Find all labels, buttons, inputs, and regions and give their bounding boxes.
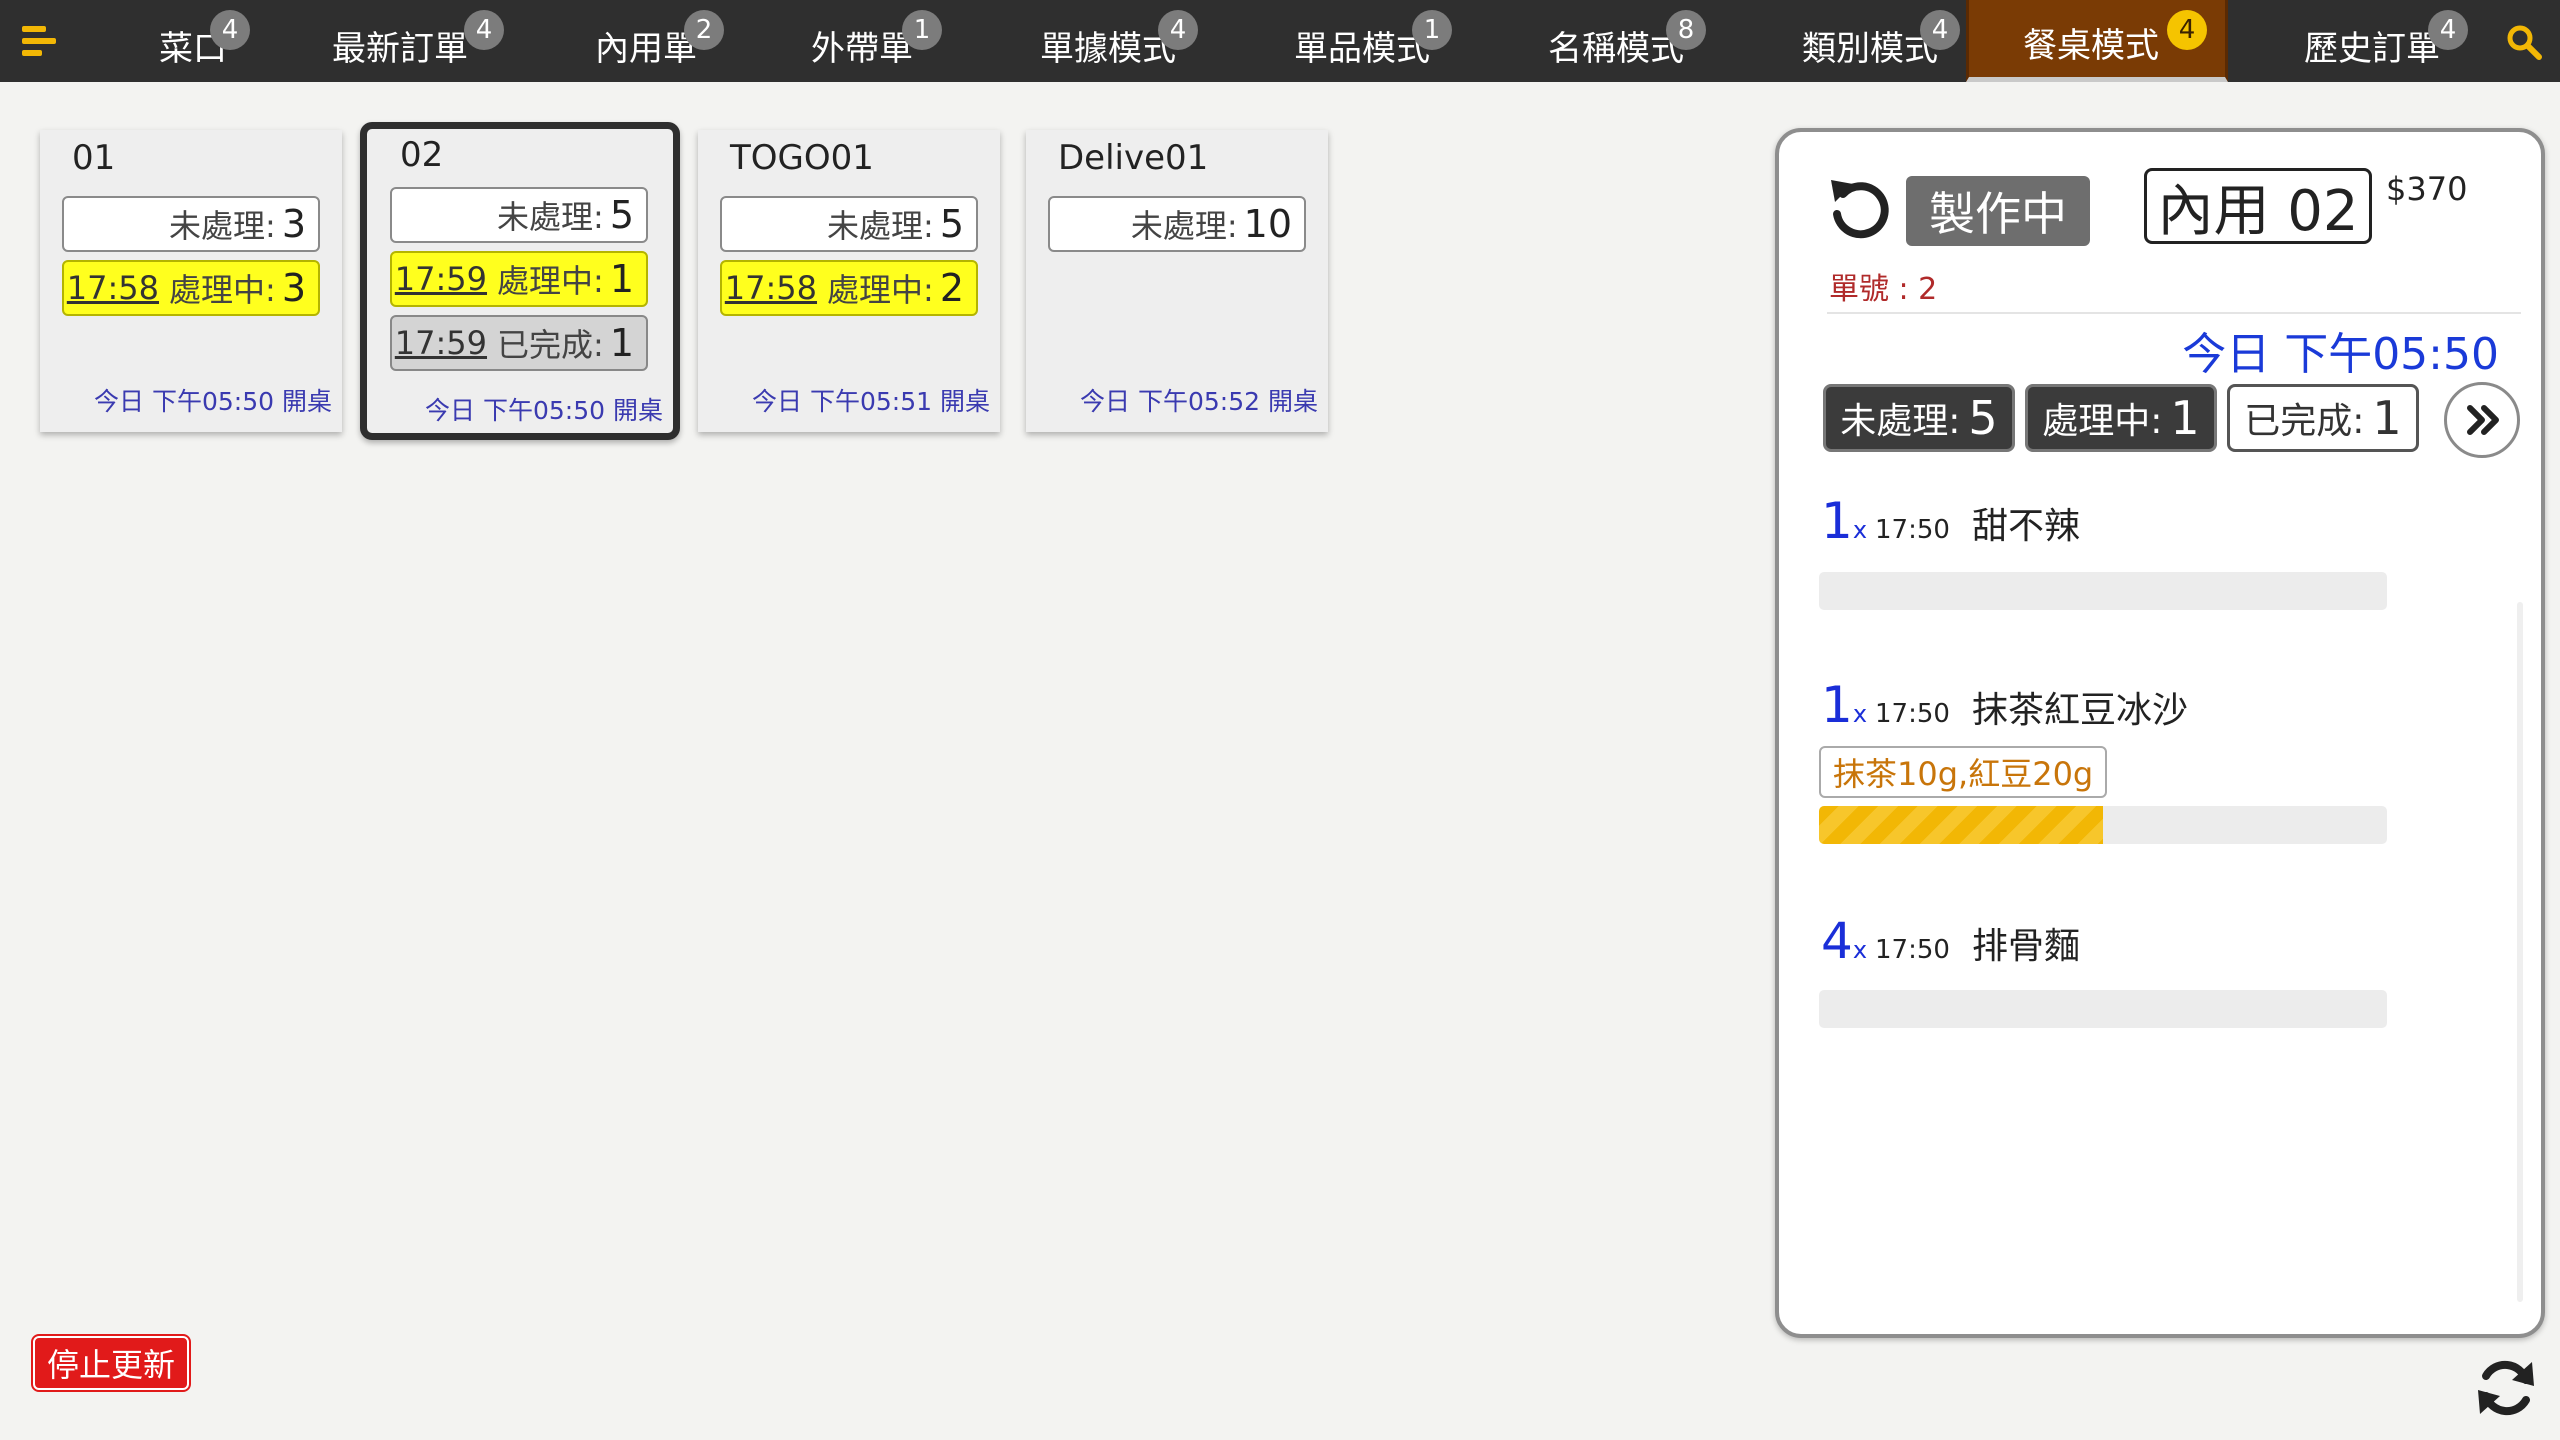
order-status-badge[interactable]: 製作中 (1906, 176, 2090, 246)
table-name: TOGO01 (730, 138, 874, 178)
order-item[interactable]: 1x 17:50 抹茶紅豆冰沙 (1821, 676, 2188, 734)
undo-icon[interactable] (1823, 172, 1891, 240)
table-label: 內用 02 (2144, 168, 2372, 244)
next-order-button[interactable] (2444, 382, 2520, 458)
opened-time: 今日 下午05:52 開桌 (1080, 387, 1318, 416)
done-count[interactable]: 17:59 已完成: 1 (390, 315, 648, 371)
tab-dine-in[interactable]: 內用單 2 (556, 0, 736, 82)
tab-count-badge: 4 (464, 10, 504, 50)
item-name: 甜不辣 (1971, 506, 2080, 547)
table-card-delive01[interactable]: Delive01 未處理: 10 今日 下午05:52 開桌 (1026, 130, 1328, 432)
scrollbar[interactable] (2517, 602, 2523, 1302)
refresh-icon[interactable] (2472, 1354, 2540, 1422)
tab-count-badge: 1 (1412, 10, 1452, 50)
table-card-02[interactable]: 02 未處理: 5 17:59 處理中: 1 17:59 已完成: 1 今日 下… (360, 122, 680, 440)
tab-count-badge: 8 (1666, 10, 1706, 50)
processing-count[interactable]: 17:58 處理中: 3 (62, 260, 320, 316)
tab-count-badge: 4 (1158, 10, 1198, 50)
tab-kitchen[interactable]: 菜口 4 (118, 0, 268, 82)
tab-item-mode[interactable]: 單品模式 1 (1252, 0, 1472, 82)
pending-filter-button[interactable]: 未處理: 5 (1823, 384, 2015, 452)
item-modifier-tag: 抹茶10g,紅豆20g (1819, 746, 2108, 798)
processing-count[interactable]: 17:58 處理中: 2 (720, 260, 978, 316)
pending-count: 未處理: 5 (390, 187, 648, 243)
opened-time: 今日 下午05:50 開桌 (94, 387, 332, 416)
item-name: 排骨麵 (1971, 926, 2080, 967)
pending-count: 未處理: 5 (720, 196, 978, 252)
pending-count: 未處理: 10 (1048, 196, 1306, 252)
tab-table-mode[interactable]: 餐桌模式 4 (1966, 0, 2228, 82)
processing-filter-button[interactable]: 處理中: 1 (2025, 384, 2217, 452)
search-icon[interactable] (2506, 24, 2542, 60)
tab-latest-orders[interactable]: 最新訂單 4 (300, 0, 504, 82)
order-item[interactable]: 1x 17:50 甜不辣 (1821, 492, 2080, 550)
tab-count-badge: 4 (2167, 10, 2207, 50)
tab-count-badge: 4 (1920, 10, 1960, 50)
order-number: 單號 : 2 (1829, 272, 1938, 307)
item-progress-fill (1819, 806, 2103, 844)
item-name: 抹茶紅豆冰沙 (1971, 690, 2188, 731)
processing-count[interactable]: 17:59 處理中: 1 (390, 251, 648, 307)
order-item[interactable]: 4x 17:50 排骨麵 (1821, 912, 2080, 970)
tab-count-badge: 1 (902, 10, 942, 50)
top-nav-bar: 菜口 4 最新訂單 4 內用單 2 外帶單 1 單據模式 4 單品模式 1 名稱… (0, 0, 2560, 82)
tab-name-mode[interactable]: 名稱模式 8 (1506, 0, 1726, 82)
order-total: $370 (2386, 170, 2468, 208)
order-time: 今日 下午05:50 (2182, 329, 2499, 380)
item-progress-bar (1819, 806, 2387, 844)
table-card-togo01[interactable]: TOGO01 未處理: 5 17:58 處理中: 2 今日 下午05:51 開桌 (698, 130, 1000, 432)
order-detail-panel: 製作中 內用 02 $370 單號 : 2 今日 下午05:50 未處理: 5 … (1775, 128, 2545, 1338)
divider (1827, 312, 2521, 314)
table-card-01[interactable]: 01 未處理: 3 17:58 處理中: 3 今日 下午05:50 開桌 (40, 130, 342, 432)
tab-count-badge: 2 (684, 10, 724, 50)
tab-history-orders[interactable]: 歷史訂單 4 (2262, 0, 2482, 82)
tab-takeout[interactable]: 外帶單 1 (772, 0, 952, 82)
tab-count-badge: 4 (2428, 10, 2468, 50)
tab-count-badge: 4 (210, 10, 250, 50)
double-chevron-right-icon (2467, 405, 2499, 435)
pending-count: 未處理: 3 (62, 196, 320, 252)
opened-time: 今日 下午05:50 開桌 (425, 396, 663, 425)
tab-category-mode[interactable]: 類別模式 4 (1760, 0, 1980, 82)
table-name: 02 (400, 135, 444, 175)
opened-time: 今日 下午05:51 開桌 (752, 387, 990, 416)
done-filter-button[interactable]: 已完成: 1 (2227, 384, 2419, 452)
stop-refresh-button[interactable]: 停止更新 (30, 1334, 192, 1392)
item-progress-bar (1819, 990, 2387, 1028)
table-name: Delive01 (1058, 138, 1209, 178)
table-name: 01 (72, 138, 116, 178)
hamburger-icon[interactable] (22, 26, 56, 56)
item-progress-bar (1819, 572, 2387, 610)
tab-ticket-mode[interactable]: 單據模式 4 (998, 0, 1218, 82)
